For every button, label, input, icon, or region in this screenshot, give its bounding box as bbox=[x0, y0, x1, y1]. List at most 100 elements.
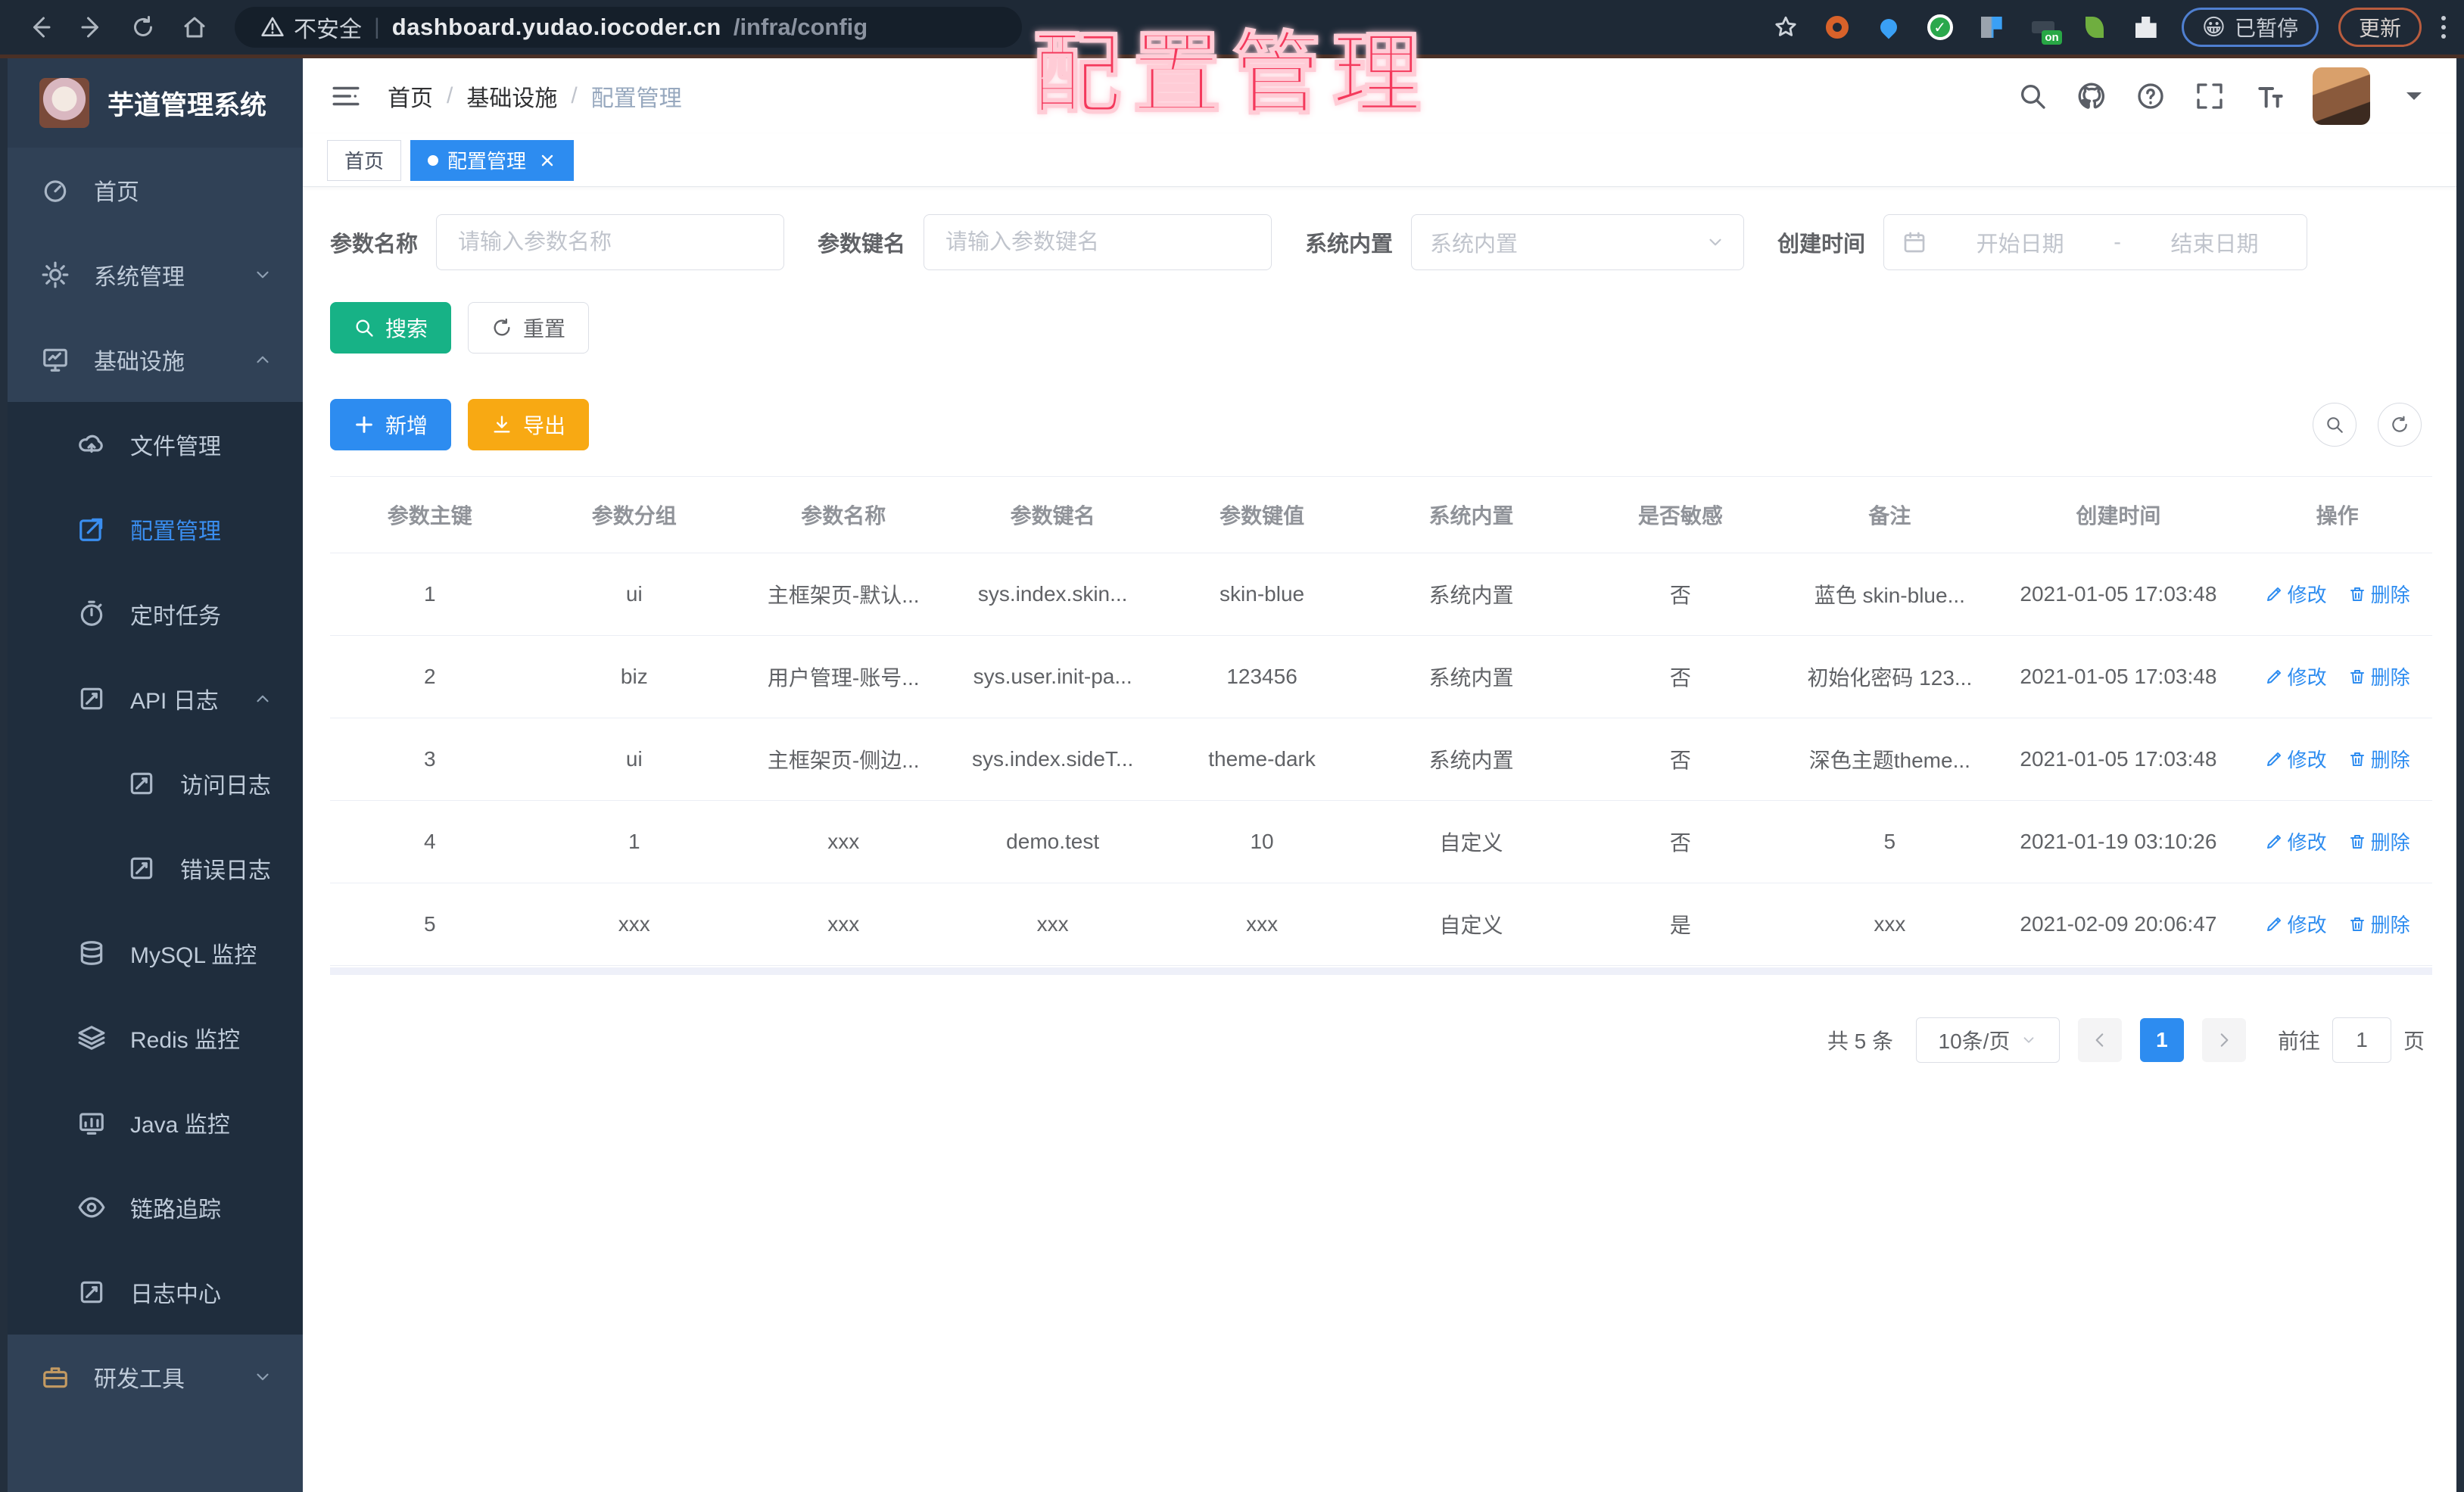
edit-link[interactable]: 修改 bbox=[2265, 745, 2327, 773]
extension-green-check-icon[interactable]: ✓ bbox=[1924, 11, 1956, 43]
table-cell: 主框架页-侧边... bbox=[767, 749, 920, 772]
browser-update-button[interactable]: 更新 bbox=[2338, 8, 2422, 47]
header-search-icon[interactable] bbox=[2017, 81, 2048, 111]
search-button[interactable]: 搜索 bbox=[330, 302, 452, 354]
browser-reload-icon[interactable] bbox=[121, 5, 165, 49]
table-cell: 用户管理-账号... bbox=[767, 666, 920, 690]
url-path: /infra/config bbox=[733, 14, 868, 40]
reset-button[interactable]: 重置 bbox=[468, 302, 590, 354]
db-icon bbox=[77, 939, 106, 967]
toggle-search-button[interactable] bbox=[2313, 403, 2357, 447]
paused-label: 已暂停 bbox=[2234, 17, 2298, 40]
sidebar-item-5[interactable]: 配置管理 bbox=[8, 487, 303, 572]
breadcrumb-infra[interactable]: 基础设施 bbox=[466, 79, 557, 113]
table-scrollbar-track[interactable] bbox=[330, 967, 2432, 975]
sidebar-collapse-icon[interactable] bbox=[330, 80, 362, 112]
sidebar-item-4[interactable]: 文件管理 bbox=[8, 402, 303, 487]
edit-link[interactable]: 修改 bbox=[2265, 827, 2327, 855]
column-header-10: 操作 bbox=[2316, 504, 2359, 528]
doclog-icon bbox=[77, 684, 106, 713]
sidebar-item-2[interactable]: 系统管理 bbox=[8, 232, 303, 317]
config-table: 参数主键 参数分组 参数名称 参数键名 参数键值 系统内置 是否敏感 备注 创建时间 操作 1 ui… bbox=[330, 476, 2432, 975]
table-cell: 10 bbox=[1250, 830, 1274, 853]
table-actions-cell: 修改 删除 bbox=[2242, 802, 2432, 882]
page-content: 参数名称 参数键名 系统内置 系统内置 创建时间 bbox=[303, 187, 2456, 1492]
browser-forward-icon[interactable] bbox=[70, 5, 114, 49]
table-row: 1 ui 主框架页-默认... sys.index.skin... skin-blue 系… bbox=[330, 553, 2432, 636]
table-cell: theme-dark bbox=[1208, 747, 1316, 771]
gauge-icon bbox=[41, 176, 70, 204]
delete-link[interactable]: 删除 bbox=[2348, 662, 2410, 690]
sidebar-item-11[interactable]: Redis 监控 bbox=[8, 995, 303, 1080]
page-unit-label: 页 bbox=[2403, 1029, 2425, 1053]
breadcrumb-home[interactable]: 首页 bbox=[388, 79, 433, 113]
edit-link[interactable]: 修改 bbox=[2265, 662, 2327, 690]
delete-link[interactable]: 删除 bbox=[2348, 580, 2410, 608]
sidebar-item-13[interactable]: 链路追踪 bbox=[8, 1165, 303, 1250]
sidebar-item-9[interactable]: 错误日志 bbox=[8, 826, 303, 911]
pencil-icon bbox=[2265, 915, 2283, 933]
delete-link[interactable]: 删除 bbox=[2348, 745, 2410, 773]
prev-page-button[interactable] bbox=[2077, 1018, 2122, 1062]
refresh-table-button[interactable] bbox=[2378, 403, 2422, 447]
sidebar-item-label: API 日志 bbox=[130, 689, 219, 714]
extension-puzzle-icon[interactable] bbox=[2130, 11, 2162, 43]
bookmark-star-icon[interactable] bbox=[1770, 11, 1802, 43]
sidebar-logo[interactable]: 芋道管理系统 bbox=[8, 58, 303, 148]
logo-avatar bbox=[39, 78, 89, 128]
tag-config-active[interactable]: 配置管理 bbox=[410, 139, 575, 181]
browser-home-icon[interactable] bbox=[173, 5, 216, 49]
sidebar-item-12[interactable]: Java 监控 bbox=[8, 1080, 303, 1165]
extension-blocks-icon[interactable] bbox=[1976, 11, 2008, 43]
sidebar-item-1[interactable]: 首页 bbox=[8, 148, 303, 232]
extension-leaf-icon[interactable] bbox=[2079, 11, 2110, 43]
tag-home[interactable]: 首页 bbox=[327, 139, 402, 181]
fullscreen-icon[interactable] bbox=[2195, 81, 2225, 111]
paused-extension-pill[interactable]: 😀 已暂停 bbox=[2181, 8, 2319, 47]
edit-link[interactable]: 修改 bbox=[2265, 910, 2327, 938]
sidebar-item-10[interactable]: MySQL 监控 bbox=[8, 911, 303, 995]
font-size-icon[interactable] bbox=[2254, 81, 2284, 111]
sidebar-item-14[interactable]: 日志中心 bbox=[8, 1250, 303, 1335]
logo-title: 芋道管理系统 bbox=[107, 90, 267, 120]
download-icon bbox=[491, 414, 512, 435]
extension-on-badge-icon[interactable]: on bbox=[2027, 11, 2062, 45]
user-caret-down-icon[interactable] bbox=[2399, 81, 2429, 111]
tag-home-label: 首页 bbox=[344, 150, 385, 173]
param-name-input[interactable] bbox=[436, 214, 785, 270]
tag-config-label: 配置管理 bbox=[447, 150, 527, 173]
column-header-7: 是否敏感 bbox=[1637, 504, 1723, 528]
sidebar-item-15[interactable]: 研发工具 bbox=[8, 1335, 303, 1419]
tag-close-icon[interactable] bbox=[538, 151, 556, 170]
add-button[interactable]: 新增 bbox=[330, 399, 452, 450]
docs-help-icon[interactable] bbox=[2135, 81, 2166, 111]
filter-form: 参数名称 参数键名 系统内置 系统内置 创建时间 bbox=[330, 214, 2432, 270]
sidebar-item-8[interactable]: 访问日志 bbox=[8, 741, 303, 826]
table-cell: 主框架页-默认... bbox=[767, 584, 920, 607]
extension-orange-donut-icon[interactable] bbox=[1821, 11, 1853, 43]
not-secure-warning-icon[interactable]: 不安全 bbox=[260, 11, 362, 44]
delete-link[interactable]: 删除 bbox=[2348, 910, 2410, 938]
builtin-select[interactable]: 系统内置 bbox=[1411, 214, 1745, 270]
page-size-select[interactable]: 10条/页 bbox=[1915, 1017, 2060, 1063]
current-page-button[interactable]: 1 bbox=[2139, 1018, 2184, 1062]
delete-link[interactable]: 删除 bbox=[2348, 827, 2410, 855]
sidebar-item-3[interactable]: 基础设施 bbox=[8, 317, 303, 402]
extension-blue-pin-icon[interactable] bbox=[1873, 11, 1905, 43]
address-bar[interactable]: 不安全 | dashboard.yudao.iocoder.cn/infra/c… bbox=[235, 7, 1022, 48]
sidebar-item-6[interactable]: 定时任务 bbox=[8, 572, 303, 656]
edit-link[interactable]: 修改 bbox=[2265, 580, 2327, 608]
export-button[interactable]: 导出 bbox=[468, 399, 590, 450]
breadcrumb-current: 配置管理 bbox=[590, 86, 682, 111]
param-key-input[interactable] bbox=[924, 214, 1272, 270]
user-avatar[interactable] bbox=[2313, 67, 2370, 125]
sidebar-item-7[interactable]: API 日志 bbox=[8, 656, 303, 741]
column-header-8: 备注 bbox=[1868, 504, 1911, 528]
goto-page-input[interactable] bbox=[2332, 1017, 2391, 1063]
github-icon[interactable] bbox=[2076, 81, 2107, 111]
next-page-button[interactable] bbox=[2201, 1018, 2246, 1062]
date-range-picker[interactable]: 开始日期 - 结束日期 bbox=[1883, 214, 2308, 270]
column-header-5: 参数键值 bbox=[1220, 504, 1305, 528]
browser-back-icon[interactable] bbox=[18, 5, 62, 49]
browser-menu-kebab-icon[interactable] bbox=[2441, 16, 2446, 39]
